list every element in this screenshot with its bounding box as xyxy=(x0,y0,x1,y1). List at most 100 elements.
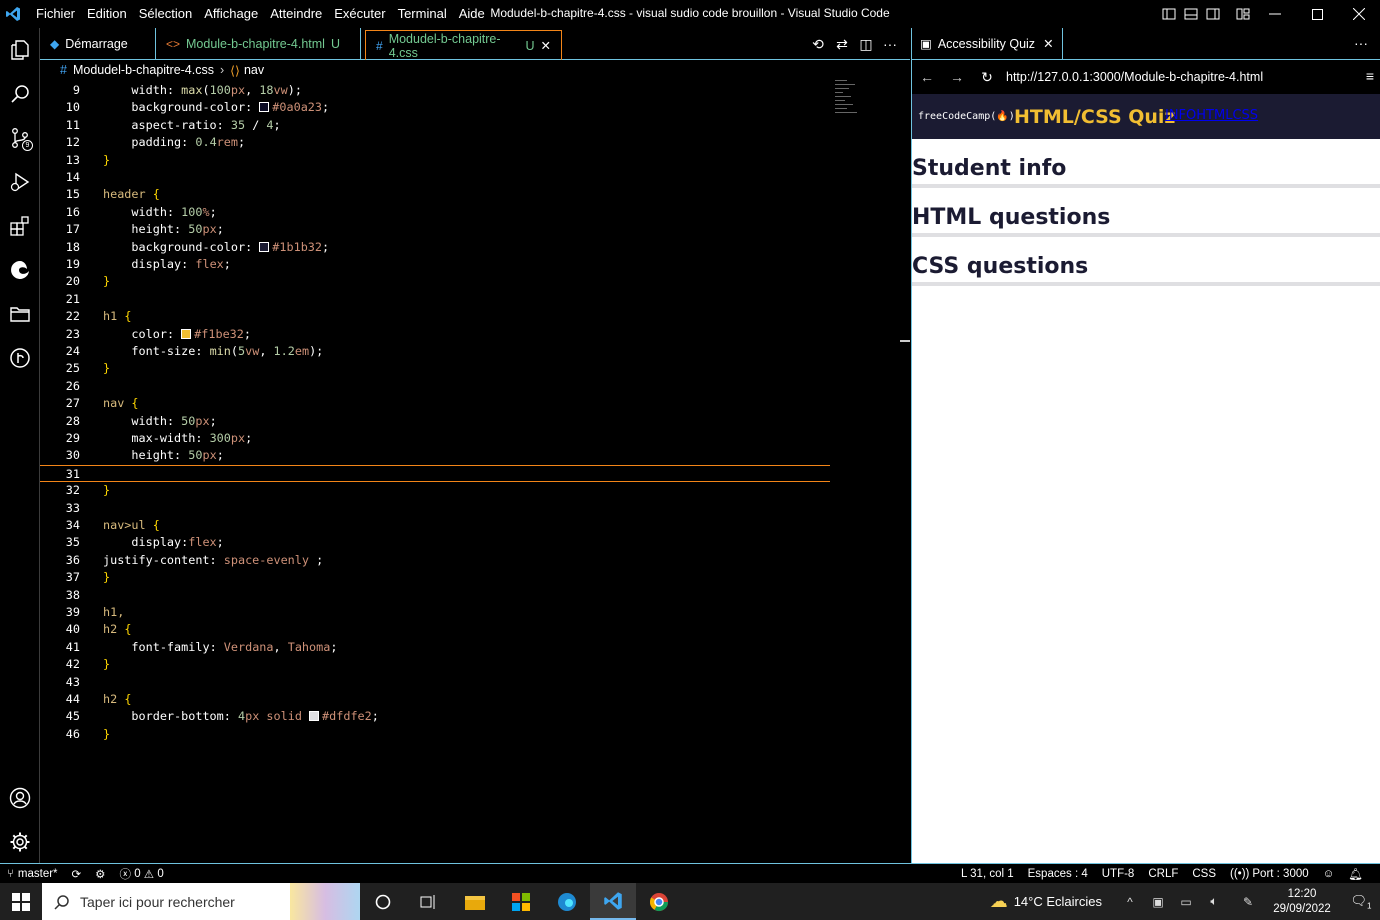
feedback-icon[interactable]: ☺ xyxy=(1316,868,1342,880)
git-graph-icon[interactable] xyxy=(0,338,40,378)
code-line[interactable]: 38 xyxy=(40,587,900,604)
reload-icon[interactable]: ↻ xyxy=(972,69,1002,86)
code-line[interactable]: 14 xyxy=(40,169,900,186)
tab-demarrage[interactable]: ◆ Démarrage xyxy=(40,28,156,60)
split-editor-icon[interactable]: ◫ xyxy=(854,36,878,53)
code-line[interactable]: 45 border-bottom: 4px solid #dfdfe2; xyxy=(40,708,900,725)
code-line[interactable]: 44 h2 { xyxy=(40,691,900,708)
code-line[interactable]: 27 nav { xyxy=(40,395,900,412)
code-line[interactable]: 19 display: flex; xyxy=(40,256,900,273)
close-window-button[interactable] xyxy=(1338,0,1380,28)
explorer-icon[interactable] xyxy=(0,30,40,70)
close-tab-icon[interactable]: ✕ xyxy=(1043,36,1053,51)
encoding[interactable]: UTF-8 xyxy=(1095,868,1142,880)
code-line[interactable]: 34 nav>ul { xyxy=(40,517,900,534)
close-tab-icon[interactable]: ✕ xyxy=(541,38,551,53)
task-view-icon[interactable] xyxy=(406,883,452,920)
more-actions-icon[interactable]: ··· xyxy=(878,36,902,52)
code-line[interactable]: 35 display:flex; xyxy=(40,534,900,551)
weather-widget[interactable]: ☁ 14°C Eclaircies xyxy=(990,891,1102,912)
language-mode[interactable]: CSS xyxy=(1185,868,1223,880)
notification-center-icon[interactable]: 🗨︎1 xyxy=(1342,893,1380,911)
code-line[interactable]: 32} xyxy=(40,482,900,499)
code-line[interactable]: 31 xyxy=(40,464,830,483)
nav-links[interactable]: INFOHTMLCSS xyxy=(1165,108,1258,123)
meet-now-icon[interactable]: ▣ xyxy=(1144,895,1172,909)
cursor-position[interactable]: L 31, col 1 xyxy=(954,868,1021,880)
code-line[interactable]: 39 h1, xyxy=(40,604,900,621)
end-of-line[interactable]: CRLF xyxy=(1141,868,1185,880)
code-line[interactable]: 9 width: max(100px, 18vw); xyxy=(40,82,900,99)
timeline-icon[interactable]: ⟲ xyxy=(806,36,830,53)
breadcrumb-file[interactable]: Modudel-b-chapitre-4.css xyxy=(73,63,214,77)
code-line[interactable]: 13} xyxy=(40,152,900,169)
code-line[interactable]: 26 xyxy=(40,378,900,395)
indentation[interactable]: Espaces : 4 xyxy=(1021,868,1095,880)
code-line[interactable]: 43 xyxy=(40,674,900,691)
hamburger-menu-icon[interactable]: ≡ xyxy=(1366,68,1374,84)
git-graph-status-icon[interactable]: ⚙ xyxy=(88,867,112,881)
source-control-icon[interactable]: 9 xyxy=(0,118,40,158)
edge-browser-icon[interactable] xyxy=(544,883,590,920)
compare-changes-icon[interactable]: ⇄ xyxy=(830,36,854,53)
code-line[interactable]: 24 font-size: min(5vw, 1.2em); xyxy=(40,343,900,360)
maximize-button[interactable] xyxy=(1296,0,1338,28)
code-line[interactable]: 40 h2 { xyxy=(40,621,900,638)
branch-indicator[interactable]: ⑂ master* xyxy=(0,868,65,880)
code-line[interactable]: 16 width: 100%; xyxy=(40,204,900,221)
chevron-up-icon[interactable]: ^ xyxy=(1116,895,1144,909)
cortana-icon[interactable] xyxy=(360,883,406,920)
code-line[interactable]: 22 h1 { xyxy=(40,308,900,325)
volume-icon[interactable]: 🔈︎ xyxy=(1200,894,1228,909)
url-field[interactable]: http://127.0.0.1:3000/Module-b-chapitre-… xyxy=(1006,70,1263,84)
toggle-secondary-sidebar-icon[interactable] xyxy=(1202,0,1224,28)
vscode-taskbar-icon[interactable] xyxy=(590,883,636,920)
account-icon[interactable] xyxy=(0,778,40,818)
file-explorer-icon[interactable] xyxy=(452,883,498,920)
tab-module-html[interactable]: <> Module-b-chapitre-4.html U xyxy=(156,28,361,60)
menu-atteindre[interactable]: Atteindre xyxy=(264,0,328,28)
tab-modudel-css[interactable]: # Modudel-b-chapitre-4.css U ✕ xyxy=(365,30,562,60)
code-line[interactable]: 25} xyxy=(40,360,900,377)
run-debug-icon[interactable] xyxy=(0,162,40,202)
taskbar-search[interactable]: Taper ici pour rechercher xyxy=(42,883,360,920)
pen-icon[interactable]: ✎ xyxy=(1234,895,1262,909)
code-line[interactable]: 21 xyxy=(40,291,900,308)
live-server-port[interactable]: ((•)) Port : 3000 xyxy=(1223,868,1316,880)
code-line[interactable]: 29 max-width: 300px; xyxy=(40,430,900,447)
windows-start-button[interactable] xyxy=(0,883,42,920)
code-line[interactable]: 46} xyxy=(40,726,900,743)
code-line[interactable]: 18 background-color: #1b1b32; xyxy=(40,239,900,256)
code-line[interactable]: 28 width: 50px; xyxy=(40,413,900,430)
code-line[interactable]: 30 height: 50px; xyxy=(40,447,900,464)
minimize-button[interactable] xyxy=(1254,0,1296,28)
menu-fichier[interactable]: Fichier xyxy=(30,0,81,28)
battery-icon[interactable]: ▭ xyxy=(1172,895,1200,909)
code-line[interactable]: 41 font-family: Verdana, Tahoma; xyxy=(40,639,900,656)
menu-aide[interactable]: Aide xyxy=(453,0,491,28)
tab-accessibility-quiz[interactable]: ▣ Accessibility Quiz ✕ xyxy=(912,27,1063,60)
minimap[interactable] xyxy=(835,80,895,140)
back-arrow-icon[interactable]: ← xyxy=(912,69,942,85)
menu-terminal[interactable]: Terminal xyxy=(392,0,453,28)
code-line[interactable]: 12 padding: 0.4rem; xyxy=(40,134,900,151)
folder-icon[interactable] xyxy=(0,294,40,334)
sync-icon[interactable]: ⟳ xyxy=(65,867,89,881)
code-editor[interactable]: 9 width: max(100px, 18vw); 10 background-… xyxy=(40,82,900,762)
code-line[interactable]: 11 aspect-ratio: 35 / 4; xyxy=(40,117,900,134)
edge-icon[interactable] xyxy=(0,250,40,290)
toggle-panel-icon[interactable] xyxy=(1180,0,1202,28)
code-line[interactable]: 36 justify-content: space-evenly ; xyxy=(40,552,900,569)
more-actions-icon[interactable]: ··· xyxy=(1354,28,1368,58)
microsoft-store-icon[interactable] xyxy=(498,883,544,920)
settings-gear-icon[interactable] xyxy=(0,822,40,862)
menu-edition[interactable]: Edition xyxy=(81,0,133,28)
menu-selection[interactable]: Sélection xyxy=(133,0,198,28)
code-line[interactable]: 15 header { xyxy=(40,186,900,203)
clock[interactable]: 12:20 29/09/2022 xyxy=(1262,887,1342,917)
code-line[interactable]: 23 color: #f1be32; xyxy=(40,326,900,343)
scrollbar-slider[interactable] xyxy=(900,340,910,342)
code-line[interactable]: 33 xyxy=(40,500,900,517)
code-line[interactable]: 42} xyxy=(40,656,900,673)
code-line[interactable]: 10 background-color: #0a0a23; xyxy=(40,99,900,116)
